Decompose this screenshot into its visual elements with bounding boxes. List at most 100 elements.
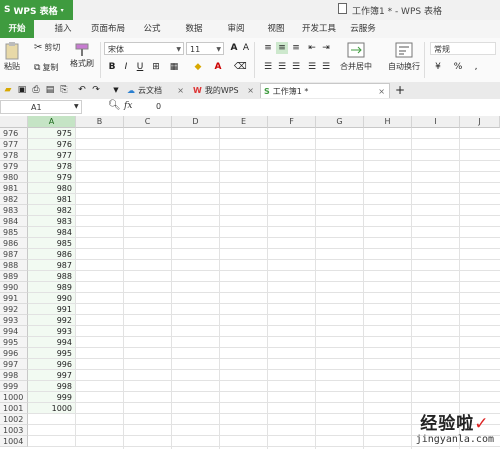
fx-button[interactable]: fx xyxy=(124,101,132,111)
column-header-d[interactable]: D xyxy=(172,116,220,128)
align-top-icon[interactable]: ≡ xyxy=(262,42,274,54)
row-header[interactable]: 978 xyxy=(0,150,28,161)
justify-icon[interactable]: ☰ xyxy=(306,61,318,73)
row-header[interactable]: 998 xyxy=(0,370,28,381)
row-header[interactable]: 1003 xyxy=(0,425,28,436)
cell-a[interactable]: 996 xyxy=(28,359,76,370)
cell-a[interactable]: 994 xyxy=(28,337,76,348)
row-header[interactable]: 1002 xyxy=(0,414,28,425)
row-header[interactable]: 984 xyxy=(0,216,28,227)
column-header-f[interactable]: F xyxy=(268,116,316,128)
align-left-icon[interactable]: ☰ xyxy=(262,61,274,73)
currency-icon[interactable]: ¥ xyxy=(432,61,444,73)
row-header[interactable]: 997 xyxy=(0,359,28,370)
export-icon[interactable]: ⎘ xyxy=(58,84,70,96)
row-header[interactable]: 1004 xyxy=(0,436,28,447)
column-header-e[interactable]: E xyxy=(220,116,268,128)
row-header[interactable]: 986 xyxy=(0,238,28,249)
cell-a[interactable]: 981 xyxy=(28,194,76,205)
row-header[interactable]: 1000 xyxy=(0,392,28,403)
close-icon[interactable]: × xyxy=(247,83,254,98)
cell-a[interactable]: 977 xyxy=(28,150,76,161)
align-bottom-icon[interactable]: ≡ xyxy=(290,42,302,54)
formula-input[interactable]: 0 xyxy=(156,102,161,111)
column-header-g[interactable]: G xyxy=(316,116,364,128)
cell-a[interactable]: 986 xyxy=(28,249,76,260)
column-header-a[interactable]: A xyxy=(28,116,76,128)
cell-a[interactable]: 988 xyxy=(28,271,76,282)
row-header[interactable]: 995 xyxy=(0,337,28,348)
percent-button[interactable]: % xyxy=(452,61,464,73)
folder-icon[interactable]: ▰ xyxy=(2,84,14,96)
clear-format-icon[interactable]: ⌫ xyxy=(234,61,247,73)
copy-button[interactable]: ⧉ 复制 xyxy=(34,62,58,73)
row-header[interactable]: 994 xyxy=(0,326,28,337)
new-tab-button[interactable]: + xyxy=(394,84,406,96)
zoom-icon[interactable]: 🔍︎ xyxy=(108,100,121,111)
cell-a[interactable]: 998 xyxy=(28,381,76,392)
row-header[interactable]: 985 xyxy=(0,227,28,238)
tab-cloud-docs[interactable]: ☁ 云文档 × xyxy=(124,83,188,98)
cell-a[interactable]: 997 xyxy=(28,370,76,381)
font-name-select[interactable]: 宋体 ▼ xyxy=(104,42,184,55)
row-header[interactable]: 979 xyxy=(0,161,28,172)
italic-button[interactable]: I xyxy=(120,61,132,73)
cell-a[interactable]: 983 xyxy=(28,216,76,227)
wrap-text-button[interactable]: 自动换行 xyxy=(388,42,420,72)
align-center-icon[interactable]: ☰ xyxy=(276,61,288,73)
row-header[interactable]: 996 xyxy=(0,348,28,359)
row-header[interactable]: 977 xyxy=(0,139,28,150)
row-header[interactable]: 983 xyxy=(0,205,28,216)
chevron-down-icon[interactable]: ▼ xyxy=(110,84,122,96)
chevron-down-icon[interactable]: ▼ xyxy=(74,103,79,110)
indent-increase-icon[interactable]: ⇥ xyxy=(320,42,332,54)
cell-a[interactable] xyxy=(28,425,76,436)
column-header-c[interactable]: C xyxy=(124,116,172,128)
cell-a[interactable]: 984 xyxy=(28,227,76,238)
save-icon[interactable]: ▣ xyxy=(16,84,28,96)
cell-a[interactable]: 989 xyxy=(28,282,76,293)
cell-a[interactable] xyxy=(28,414,76,425)
row-header[interactable]: 992 xyxy=(0,304,28,315)
font-size-select[interactable]: 11 ▼ xyxy=(186,42,224,55)
cell-a[interactable]: 976 xyxy=(28,139,76,150)
tab-page-layout[interactable]: 页面布局 xyxy=(88,20,128,38)
tab-view[interactable]: 视图 xyxy=(262,20,290,38)
row-header[interactable]: 988 xyxy=(0,260,28,271)
thousands-icon[interactable]: , xyxy=(470,61,482,73)
merge-center-button[interactable]: 合并居中 xyxy=(340,42,372,72)
distribute-icon[interactable]: ☰ xyxy=(320,61,332,73)
number-format-select[interactable]: 常规 xyxy=(430,42,496,55)
close-icon[interactable]: × xyxy=(177,83,184,98)
paste-button[interactable]: 粘贴 xyxy=(4,42,20,72)
cell-a[interactable] xyxy=(28,436,76,447)
column-header-j[interactable]: J xyxy=(460,116,500,128)
format-painter-button[interactable]: 格式刷 xyxy=(70,42,94,69)
indent-decrease-icon[interactable]: ⇤ xyxy=(306,42,318,54)
row-header[interactable]: 976 xyxy=(0,128,28,139)
row-header[interactable]: 991 xyxy=(0,293,28,304)
row-header[interactable]: 989 xyxy=(0,271,28,282)
empty-cells[interactable] xyxy=(76,128,500,449)
cell-a[interactable]: 999 xyxy=(28,392,76,403)
tab-formulas[interactable]: 公式 xyxy=(138,20,166,38)
cell-a[interactable]: 980 xyxy=(28,183,76,194)
grow-font-button[interactable]: A xyxy=(228,42,240,54)
cell-a[interactable]: 990 xyxy=(28,293,76,304)
cell-a[interactable]: 992 xyxy=(28,315,76,326)
align-right-icon[interactable]: ☰ xyxy=(290,61,302,73)
column-header-h[interactable]: H xyxy=(364,116,412,128)
cell-a[interactable]: 975 xyxy=(28,128,76,139)
cut-button[interactable]: ✂ 剪切 xyxy=(34,42,60,53)
cell-a[interactable]: 987 xyxy=(28,260,76,271)
row-header[interactable]: 993 xyxy=(0,315,28,326)
bold-button[interactable]: B xyxy=(106,61,118,73)
cell-a[interactable]: 985 xyxy=(28,238,76,249)
print-icon[interactable]: ⎙ xyxy=(30,84,42,96)
cell-a[interactable]: 1000 xyxy=(28,403,76,414)
tab-workbook1[interactable]: S 工作簿1 * × xyxy=(260,83,390,98)
tab-insert[interactable]: 插入 xyxy=(48,20,78,38)
cell-a[interactable]: 993 xyxy=(28,326,76,337)
row-header[interactable]: 981 xyxy=(0,183,28,194)
cell-a[interactable]: 982 xyxy=(28,205,76,216)
